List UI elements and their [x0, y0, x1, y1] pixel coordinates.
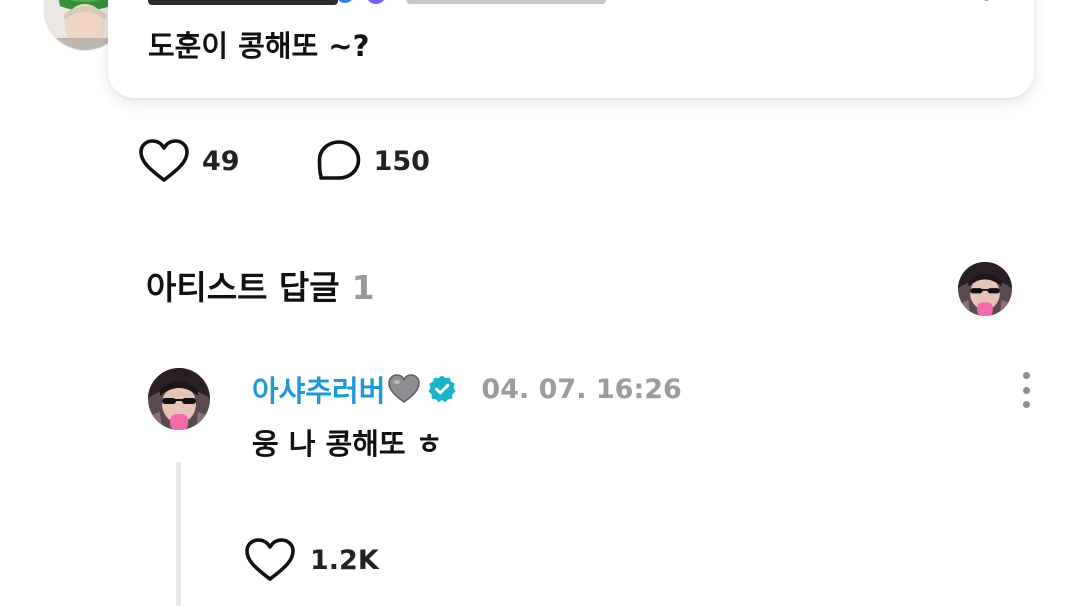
verified-badge-icon	[428, 375, 456, 403]
post-detail-screen: 도훈이 콩해또 ~? 49 150 아티스트 답글 1 아샤추러버 04. 07…	[0, 0, 1080, 606]
reply-date: 04. 07. 16:26	[481, 373, 682, 405]
reply-more-button[interactable]	[1018, 372, 1034, 408]
reply-like-count: 1.2K	[310, 544, 379, 576]
vertical-dots-icon	[1022, 372, 1030, 379]
thread-line	[176, 462, 181, 606]
artist-avatar-small[interactable]	[958, 262, 1012, 316]
membership-badge-icon	[366, 0, 386, 4]
reply-author-name[interactable]: 아샤추러버	[252, 368, 385, 410]
artist-avatar-image	[958, 262, 1012, 316]
post-like-count: 49	[202, 145, 240, 177]
post-author-name-clipped	[148, 0, 338, 5]
reply-author-avatar[interactable]	[148, 368, 210, 430]
vertical-dots-icon-dot	[1022, 401, 1030, 408]
post-like-button[interactable]: 49	[138, 138, 240, 184]
post-comment-button[interactable]: 150	[316, 139, 430, 183]
vertical-dots-icon-dot	[1022, 386, 1030, 394]
heart-outline-icon	[245, 538, 295, 581]
artist-replies-title: 아티스트 답글	[146, 268, 340, 307]
artist-replies-count: 1	[351, 268, 375, 307]
post-comment-count: 150	[373, 145, 430, 177]
heart-badge-icon	[336, 0, 354, 3]
vertical-dots-icon	[982, 0, 990, 1]
post-header-clipped	[148, 0, 606, 6]
post-more-button[interactable]	[980, 0, 992, 6]
speech-bubble-icon	[317, 140, 360, 180]
grey-heart-icon	[388, 374, 421, 403]
reply-like-button[interactable]: 1.2K	[244, 536, 379, 584]
post-action-bar: 49 150	[138, 137, 506, 185]
reply-header: 아샤추러버 04. 07. 16:26	[252, 366, 682, 412]
heart-outline-icon	[139, 139, 189, 182]
artist-replies-header: 아티스트 답글 1	[146, 264, 375, 312]
reply-text: 웅 나 콩해또 ㅎ	[252, 427, 443, 461]
post-date-clipped	[406, 0, 606, 4]
post-text: 도훈이 콩해또 ~?	[148, 29, 370, 63]
reply-author-avatar-image	[148, 368, 210, 430]
